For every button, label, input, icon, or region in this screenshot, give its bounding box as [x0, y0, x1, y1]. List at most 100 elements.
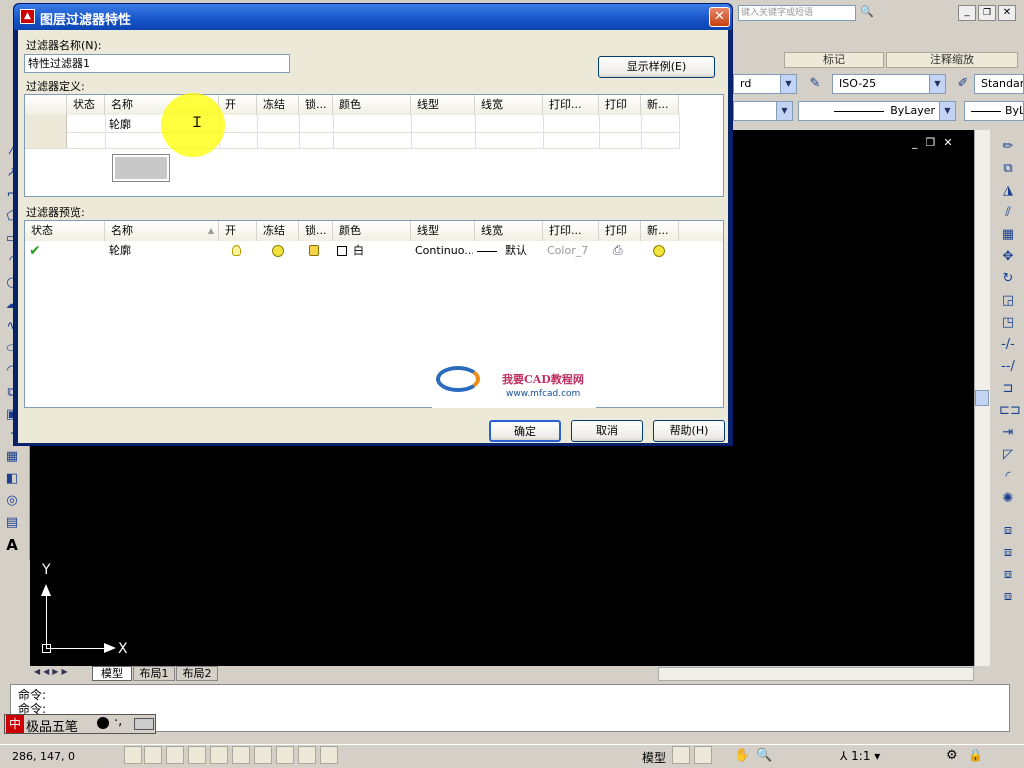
column-header-color[interactable]: 颜色	[333, 95, 411, 115]
draworder-above-icon[interactable]: ⧈	[999, 566, 1017, 584]
break-icon[interactable]: ⊏⊐	[999, 402, 1021, 420]
column-header-freeze[interactable]: 冻结	[257, 95, 299, 115]
osnap-toggle-icon[interactable]	[210, 746, 228, 764]
lwt-toggle-icon[interactable]	[298, 746, 316, 764]
show-example-button[interactable]: 显示样例(E)	[598, 56, 715, 78]
dialog-close-button[interactable]: ✕	[709, 7, 730, 27]
column-header-newvp[interactable]: 新...	[641, 221, 679, 241]
column-header-plot[interactable]: 打印	[599, 221, 641, 241]
tab-model[interactable]: 模型	[92, 666, 132, 681]
scale-icon[interactable]: ◲	[999, 292, 1017, 310]
printer-icon[interactable]: ⎙	[613, 243, 623, 258]
restore-app-button[interactable]: ❐	[978, 5, 996, 21]
filter-definition-grid[interactable]: 状态 名称 开 冻结 锁... 颜色 线型 线宽 打印... 打印 新... 轮…	[24, 93, 724, 197]
region-icon[interactable]: ◎	[3, 492, 21, 510]
dimstyle-combo[interactable]: ISO-25 ▼	[832, 74, 946, 94]
scroll-thumb[interactable]	[975, 390, 989, 406]
horizontal-scrollbar[interactable]	[658, 667, 974, 681]
help-button[interactable]: 帮助(H)	[653, 420, 725, 442]
lineweight-combo[interactable]: ByL	[964, 101, 1024, 121]
draworder-back-icon[interactable]: ⧈	[999, 544, 1017, 562]
ime-fullwidth-icon[interactable]	[97, 717, 109, 729]
rotate-icon[interactable]: ↻	[999, 270, 1017, 288]
draworder-under-icon[interactable]: ⧈	[999, 588, 1017, 606]
column-header-freeze[interactable]: 冻结	[257, 221, 299, 241]
layer-combo[interactable]: rd ▼	[733, 74, 797, 94]
cancel-button[interactable]: 取消	[571, 420, 643, 442]
explode-icon[interactable]: ✺	[999, 490, 1017, 508]
preview-lineweight-cell[interactable]: 默认	[505, 242, 541, 259]
trim-icon[interactable]: -/-	[999, 336, 1017, 354]
zoom-icon[interactable]: 🔍	[756, 748, 772, 763]
column-header-plotstyle[interactable]: 打印...	[543, 221, 599, 241]
search-icon[interactable]: 🔍	[858, 5, 876, 21]
lock-icon[interactable]: 🔒	[968, 748, 983, 762]
ime-keyboard-icon[interactable]	[134, 718, 154, 730]
definition-row-selector[interactable]	[25, 115, 67, 148]
move-icon[interactable]: ✥	[999, 248, 1017, 266]
column-header-lineweight[interactable]: 线宽	[475, 221, 543, 241]
column-header-lineweight[interactable]: 线宽	[475, 95, 543, 115]
extend-icon[interactable]: --/	[999, 358, 1017, 376]
copy-icon[interactable]: ⧉	[999, 160, 1017, 178]
ortho-toggle-icon[interactable]	[166, 746, 184, 764]
color-combo[interactable]: ▼	[733, 101, 793, 121]
break-at-point-icon[interactable]: ⊐	[999, 380, 1017, 398]
column-header-newvp[interactable]: 新...	[641, 95, 679, 115]
column-header-lock[interactable]: 锁...	[299, 221, 333, 241]
qp-toggle-icon[interactable]	[320, 746, 338, 764]
ime-mode-icon[interactable]: 中	[6, 715, 24, 733]
chamfer-icon[interactable]: ◸	[999, 446, 1017, 464]
otrack-toggle-icon[interactable]	[232, 746, 250, 764]
ribbon-tab-annotation-scale[interactable]: 注释缩放	[886, 52, 1018, 68]
coordinate-readout[interactable]: 286, 147, 0	[12, 750, 75, 763]
layout-view-icon[interactable]	[672, 746, 690, 764]
fillet-icon[interactable]: ◜	[999, 468, 1017, 486]
textstyle-combo[interactable]: Standar	[974, 74, 1024, 94]
snap-toggle-icon[interactable]	[124, 746, 142, 764]
tab-layout1[interactable]: 布局1	[133, 666, 175, 681]
pan-icon[interactable]: ✋	[734, 748, 750, 763]
ducs-toggle-icon[interactable]	[254, 746, 272, 764]
filter-name-input[interactable]: 特性过滤器1	[24, 54, 290, 73]
lightbulb-on-icon[interactable]	[232, 245, 241, 256]
column-header-status[interactable]: 状态	[25, 221, 105, 241]
command-window[interactable]	[10, 684, 1010, 732]
offset-icon[interactable]: ⫽	[999, 204, 1017, 222]
array-icon[interactable]: ▦	[999, 226, 1017, 244]
textstyle-icon[interactable]: ✐	[954, 75, 972, 93]
annotation-scale-label[interactable]: ⅄ 1:1 ▾	[840, 749, 880, 763]
draworder-front-icon[interactable]: ⧈	[999, 522, 1017, 540]
column-header-linetype[interactable]: 线型	[411, 95, 475, 115]
column-header-color[interactable]: 颜色	[333, 221, 411, 241]
table-row[interactable]: ✔ 轮廓 白 Continuo... 默认 Color_7 ⎙	[25, 242, 723, 260]
tab-nav-arrows[interactable]: ◀◀▶▶	[34, 667, 88, 680]
column-header-linetype[interactable]: 线型	[411, 221, 475, 241]
dialog-titlebar[interactable]: ▲ 图层过滤器特性 ✕	[14, 4, 732, 30]
quickview-icon[interactable]	[694, 746, 712, 764]
search-input[interactable]: 键入关键字或短语	[738, 5, 856, 21]
column-header-name[interactable]: 名称 ▲	[105, 221, 219, 241]
erase-icon[interactable]: ✏	[999, 138, 1017, 156]
tab-layout2[interactable]: 布局2	[176, 666, 218, 681]
color-swatch-white[interactable]	[337, 246, 347, 256]
filter-preview-grid[interactable]: 状态 名称 ▲ 开 冻结 锁... 颜色 线型 线宽 打印... 打印 新... …	[24, 220, 724, 408]
column-header-status[interactable]: 状态	[67, 95, 105, 115]
ribbon-tab-markup[interactable]: 标记	[784, 52, 884, 68]
column-header-plot[interactable]: 打印	[599, 95, 641, 115]
column-header-lock[interactable]: 锁...	[299, 95, 333, 115]
table-icon[interactable]: ▤	[3, 514, 21, 532]
ime-punct-icon[interactable]: ·,	[114, 714, 122, 729]
stretch-icon[interactable]: ◳	[999, 314, 1017, 332]
ok-button[interactable]: 确定	[489, 420, 561, 442]
grid-toggle-icon[interactable]	[144, 746, 162, 764]
polar-toggle-icon[interactable]	[188, 746, 206, 764]
mtext-icon[interactable]: A	[3, 536, 21, 554]
minimize-app-button[interactable]: _	[958, 5, 976, 21]
linetype-combo[interactable]: ByLayer ▼	[798, 101, 956, 121]
workspace-gear-icon[interactable]: ⚙	[946, 748, 958, 763]
join-icon[interactable]: ⇥	[999, 424, 1017, 442]
column-header-on[interactable]: 开	[219, 95, 257, 115]
new-vp-freeze-icon[interactable]	[653, 245, 665, 257]
gradient-icon[interactable]: ◧	[3, 470, 21, 488]
